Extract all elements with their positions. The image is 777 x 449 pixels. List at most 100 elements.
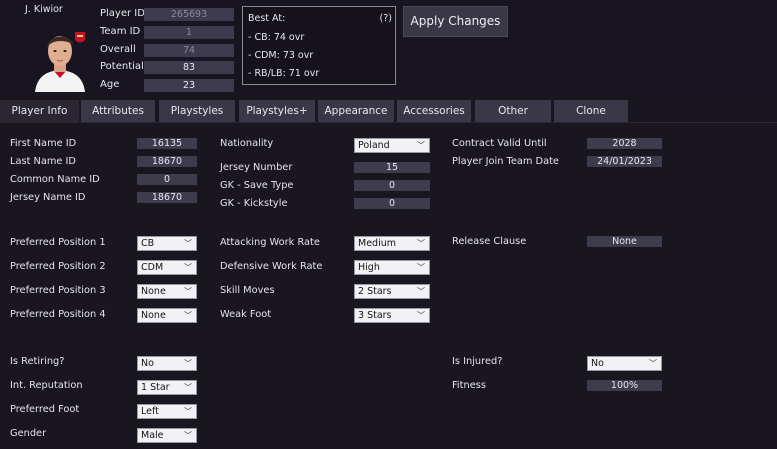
- jersey-name-id-label: Jersey Name ID: [10, 192, 86, 203]
- skill-moves-value: 2 Stars: [358, 286, 392, 297]
- attacking-work-rate-select[interactable]: Medium ﹀: [354, 236, 430, 251]
- tab-bar: Player Info Attributes Playstyles Playst…: [0, 100, 777, 122]
- chevron-down-icon: ﹀: [184, 407, 192, 416]
- preferred-position-1-value: CB: [141, 238, 155, 249]
- best-at-title: Best At:: [248, 13, 286, 24]
- best-at-panel: Best At: (?) - CB: 74 ovr - CDM: 73 ovr …: [242, 6, 396, 85]
- contract-valid-until-input[interactable]: 2028: [587, 138, 662, 149]
- is-injured-label: Is Injured?: [452, 356, 503, 367]
- tab-divider: [0, 122, 777, 123]
- nationality-label: Nationality: [220, 138, 274, 149]
- weak-foot-select[interactable]: 3 Stars ﹀: [354, 308, 430, 323]
- team-id-value[interactable]: 1: [144, 26, 234, 39]
- first-name-id-input[interactable]: 16135: [137, 138, 197, 149]
- chevron-down-icon: ﹀: [417, 311, 425, 320]
- chevron-down-icon: ﹀: [417, 287, 425, 296]
- preferred-position-3-value: None: [141, 286, 166, 297]
- gk-kickstyle-label: GK - Kickstyle: [220, 198, 288, 209]
- preferred-position-2-value: CDM: [141, 262, 164, 273]
- preferred-position-2-label: Preferred Position 2: [10, 261, 106, 272]
- last-name-id-input[interactable]: 18670: [137, 156, 197, 167]
- age-input[interactable]: 23: [144, 79, 234, 92]
- tab-clone[interactable]: Clone: [554, 100, 628, 122]
- tab-player-info[interactable]: Player Info: [0, 100, 79, 122]
- gender-label: Gender: [10, 428, 47, 439]
- nationality-select[interactable]: Poland ﹀: [354, 138, 430, 153]
- chevron-down-icon: ﹀: [184, 359, 192, 368]
- chevron-down-icon: ﹀: [184, 287, 192, 296]
- tab-playstyles[interactable]: Playstyles: [159, 100, 235, 122]
- best-at-help-icon[interactable]: (?): [380, 13, 392, 24]
- chevron-down-icon: ﹀: [649, 359, 657, 368]
- is-retiring-value: No: [141, 358, 154, 369]
- contract-valid-until-label: Contract Valid Until: [452, 138, 547, 149]
- int-reputation-value: 1 Star: [141, 382, 170, 393]
- team-id-label: Team ID: [100, 26, 141, 37]
- preferred-position-3-label: Preferred Position 3: [10, 285, 106, 296]
- preferred-foot-select[interactable]: Left ﹀: [137, 404, 197, 419]
- overall-label: Overall: [100, 44, 136, 55]
- gk-kickstyle-input[interactable]: 0: [354, 198, 430, 209]
- is-injured-value: No: [591, 358, 604, 369]
- gender-select[interactable]: Male ﹀: [137, 428, 197, 443]
- int-reputation-label: Int. Reputation: [10, 380, 83, 391]
- gender-value: Male: [141, 430, 164, 441]
- preferred-position-3-select[interactable]: None ﹀: [137, 284, 197, 299]
- last-name-id-label: Last Name ID: [10, 156, 76, 167]
- chevron-down-icon: ﹀: [417, 263, 425, 272]
- chevron-down-icon: ﹀: [184, 311, 192, 320]
- jersey-number-input[interactable]: 15: [354, 162, 430, 173]
- weak-foot-label: Weak Foot: [220, 309, 272, 320]
- gk-save-type-input[interactable]: 0: [354, 180, 430, 191]
- gk-save-type-label: GK - Save Type: [220, 180, 294, 191]
- tab-accessories[interactable]: Accessories: [397, 100, 471, 122]
- potential-label: Potential: [100, 61, 144, 72]
- defensive-work-rate-select[interactable]: High ﹀: [354, 260, 430, 275]
- best-at-line-2: - CDM: 73 ovr: [248, 50, 314, 61]
- preferred-position-1-select[interactable]: CB ﹀: [137, 236, 197, 251]
- tab-playstyles-plus[interactable]: Playstyles+: [239, 100, 315, 122]
- apply-changes-button[interactable]: Apply Changes: [403, 6, 508, 37]
- chevron-down-icon: ﹀: [184, 263, 192, 272]
- preferred-position-1-label: Preferred Position 1: [10, 237, 106, 248]
- nationality-select-value: Poland: [358, 140, 390, 151]
- preferred-position-4-value: None: [141, 310, 166, 321]
- player-header: J. Kiwior Player ID 265693 Team ID 1 Ove…: [0, 0, 777, 96]
- potential-input[interactable]: 83: [144, 61, 234, 74]
- club-crest-icon: [75, 32, 85, 43]
- tab-attributes[interactable]: Attributes: [81, 100, 155, 122]
- is-retiring-select[interactable]: No ﹀: [137, 356, 197, 371]
- skill-moves-select[interactable]: 2 Stars ﹀: [354, 284, 430, 299]
- fitness-label: Fitness: [452, 380, 486, 391]
- preferred-position-2-select[interactable]: CDM ﹀: [137, 260, 197, 275]
- release-clause-label: Release Clause: [452, 236, 527, 247]
- jersey-number-label: Jersey Number: [220, 162, 293, 173]
- tab-other[interactable]: Other: [475, 100, 551, 122]
- chevron-down-icon: ﹀: [184, 239, 192, 248]
- jersey-name-id-input[interactable]: 18670: [137, 192, 197, 203]
- chevron-down-icon: ﹀: [417, 141, 425, 150]
- player-id-label: Player ID: [100, 8, 145, 19]
- fitness-input[interactable]: 100%: [587, 380, 662, 391]
- common-name-id-label: Common Name ID: [10, 174, 100, 185]
- int-reputation-select[interactable]: 1 Star ﹀: [137, 380, 197, 395]
- release-clause-input[interactable]: None: [587, 236, 662, 247]
- player-name: J. Kiwior: [25, 4, 63, 15]
- player-id-value[interactable]: 265693: [144, 8, 234, 21]
- is-injured-select[interactable]: No ﹀: [587, 356, 662, 371]
- preferred-foot-label: Preferred Foot: [10, 404, 80, 415]
- defensive-work-rate-value: High: [358, 262, 380, 273]
- skill-moves-label: Skill Moves: [220, 285, 275, 296]
- tab-appearance[interactable]: Appearance: [318, 100, 394, 122]
- preferred-position-4-label: Preferred Position 4: [10, 309, 106, 320]
- defensive-work-rate-label: Defensive Work Rate: [220, 261, 323, 272]
- overall-value[interactable]: 74: [144, 44, 234, 57]
- best-at-line-3: - RB/LB: 71 ovr: [248, 68, 320, 79]
- chevron-down-icon: ﹀: [184, 383, 192, 392]
- preferred-position-4-select[interactable]: None ﹀: [137, 308, 197, 323]
- chevron-down-icon: ﹀: [417, 239, 425, 248]
- join-team-date-input[interactable]: 24/01/2023: [587, 156, 662, 167]
- attacking-work-rate-label: Attacking Work Rate: [220, 237, 320, 248]
- player-avatar: [31, 24, 89, 92]
- common-name-id-input[interactable]: 0: [137, 174, 197, 185]
